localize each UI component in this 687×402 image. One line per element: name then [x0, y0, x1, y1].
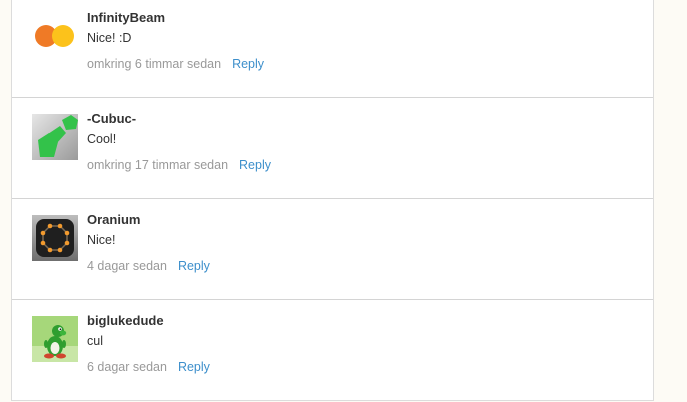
comment-meta: omkring 6 timmar sedan Reply [87, 57, 264, 71]
reply-link[interactable]: Reply [178, 360, 210, 374]
comment-item: Oranium Nice! 4 dagar sedan Reply [12, 199, 653, 299]
comment-meta: 6 dagar sedan Reply [87, 360, 210, 374]
comment-timestamp: omkring 17 timmar sedan [87, 158, 229, 172]
avatar[interactable] [32, 13, 78, 59]
dinosaur-icon [32, 316, 78, 362]
reply-link[interactable]: Reply [239, 158, 271, 172]
comment-text: Cool! [87, 132, 117, 146]
comment-text: Nice! :D [87, 31, 132, 45]
reply-link[interactable]: Reply [232, 57, 264, 71]
comment-timestamp: 4 dagar sedan [87, 259, 167, 273]
comment-meta: 4 dagar sedan Reply [87, 259, 210, 273]
comment-author[interactable]: InfinityBeam [87, 10, 165, 25]
avatar[interactable] [32, 114, 78, 160]
comment-timestamp: omkring 6 timmar sedan [87, 57, 222, 71]
comment-author[interactable]: -Cubuc- [87, 111, 136, 126]
comment-meta: omkring 17 timmar sedan Reply [87, 158, 271, 172]
avatar[interactable] [32, 215, 78, 261]
comment-item: -Cubuc- Cool! omkring 17 timmar sedan Rep… [12, 98, 653, 198]
comment-text: cul [87, 334, 103, 348]
comment-timestamp: 6 dagar sedan [87, 360, 167, 374]
two-circles-icon [32, 13, 78, 59]
comment-text: Nice! [87, 233, 116, 247]
comment-author[interactable]: Oranium [87, 212, 140, 227]
comment-item: InfinityBeam Nice! :D omkring 6 timmar s… [12, 0, 653, 97]
reply-link[interactable]: Reply [178, 259, 210, 273]
comments-panel: InfinityBeam Nice! :D omkring 6 timmar s… [11, 0, 654, 401]
green-pentagons-icon [32, 114, 78, 160]
comment-author[interactable]: biglukedude [87, 313, 164, 328]
comment-item: biglukedude cul 6 dagar sedan Reply [12, 300, 653, 400]
octagon-icon [32, 215, 78, 261]
avatar[interactable] [32, 316, 78, 362]
